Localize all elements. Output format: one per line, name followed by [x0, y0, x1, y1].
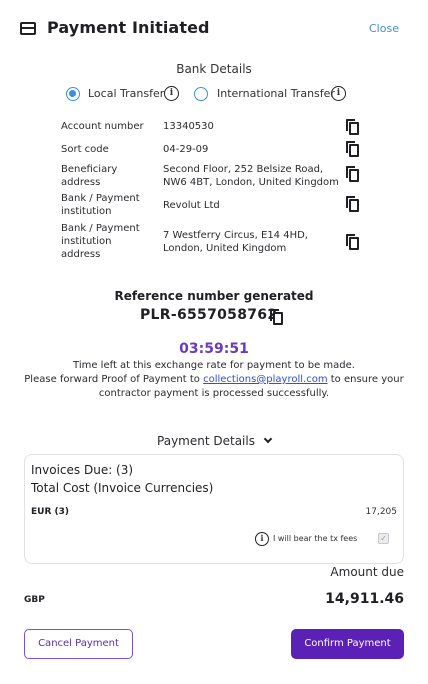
copy-icon[interactable]	[270, 309, 283, 325]
collections-email-link[interactable]: collections@playroll.com	[203, 374, 327, 385]
detail-value: Revolut Ltd	[163, 200, 220, 211]
total-cost-label: Total Cost (Invoice Currencies)	[31, 481, 214, 495]
international-transfer-label[interactable]: International Transfer	[217, 87, 335, 100]
amount-due-value: 14,911.46	[325, 591, 404, 607]
instruction-line-1: Time left at this exchange rate for paym…	[73, 360, 355, 371]
modal-header: Payment Initiated Close	[0, 0, 428, 56]
bear-fees-label: I will bear the tx fees	[273, 534, 358, 543]
detail-value: 04-29-09	[163, 144, 209, 155]
chevron-down-icon[interactable]	[263, 434, 273, 444]
reference-number: PLR-6557058762	[140, 307, 278, 323]
detail-value: 13340530	[163, 121, 214, 132]
local-transfer-label[interactable]: Local Transfer	[88, 87, 164, 100]
invoices-due: Invoices Due: (3)	[31, 463, 134, 477]
bank-details-title: Bank Details	[176, 62, 252, 76]
detail-label: Bank / Payment institution	[61, 193, 140, 217]
instruction-line-2-prefix: Please forward Proof of Payment to	[24, 374, 204, 385]
detail-label: Bank / Payment institution address	[61, 223, 140, 260]
close-button[interactable]: Close	[369, 22, 399, 35]
copy-icon[interactable]	[346, 196, 359, 212]
invoice-summary-box: Invoices Due: (3) Total Cost (Invoice Cu…	[24, 454, 404, 564]
info-icon[interactable]: i	[255, 532, 269, 546]
credit-card-icon	[20, 22, 36, 35]
copy-icon[interactable]	[346, 119, 359, 135]
amount-due-label: Amount due	[330, 565, 404, 579]
payment-details-toggle[interactable]: Payment Details	[0, 434, 428, 448]
detail-label: Beneficiary address	[61, 164, 118, 188]
local-transfer-radio[interactable]	[66, 87, 80, 101]
detail-value: Second Floor, 252 Belsize Road, NW6 4BT,…	[163, 164, 339, 188]
payment-details-title: Payment Details	[157, 434, 255, 448]
payment-instructions: Time left at this exchange rate for paym…	[20, 359, 408, 401]
detail-value: 7 Westferry Circus, E14 4HD, London, Uni…	[163, 230, 308, 254]
countdown-timer: 03:59:51	[179, 341, 249, 357]
bear-fees-checkbox[interactable]: ✓	[378, 533, 389, 544]
modal-title: Payment Initiated	[47, 18, 210, 37]
international-transfer-radio[interactable]	[194, 87, 208, 101]
bear-fees-row: i I will bear the tx fees ✓	[249, 531, 389, 547]
amount-due-currency: GBP	[24, 595, 45, 605]
reference-label: Reference number generated	[114, 289, 314, 303]
cancel-payment-button[interactable]: Cancel Payment	[24, 629, 133, 659]
detail-label: Sort code	[61, 144, 109, 155]
copy-icon[interactable]	[346, 141, 359, 157]
copy-icon[interactable]	[346, 166, 359, 182]
currency-amount: 17,205	[365, 507, 398, 517]
confirm-payment-button[interactable]: Confirm Payment	[291, 629, 404, 659]
copy-icon[interactable]	[346, 234, 359, 250]
detail-label: Account number	[61, 121, 144, 132]
currency-code: EUR (3)	[31, 507, 70, 517]
info-icon[interactable]: i	[331, 86, 346, 101]
info-icon[interactable]: i	[164, 86, 179, 101]
